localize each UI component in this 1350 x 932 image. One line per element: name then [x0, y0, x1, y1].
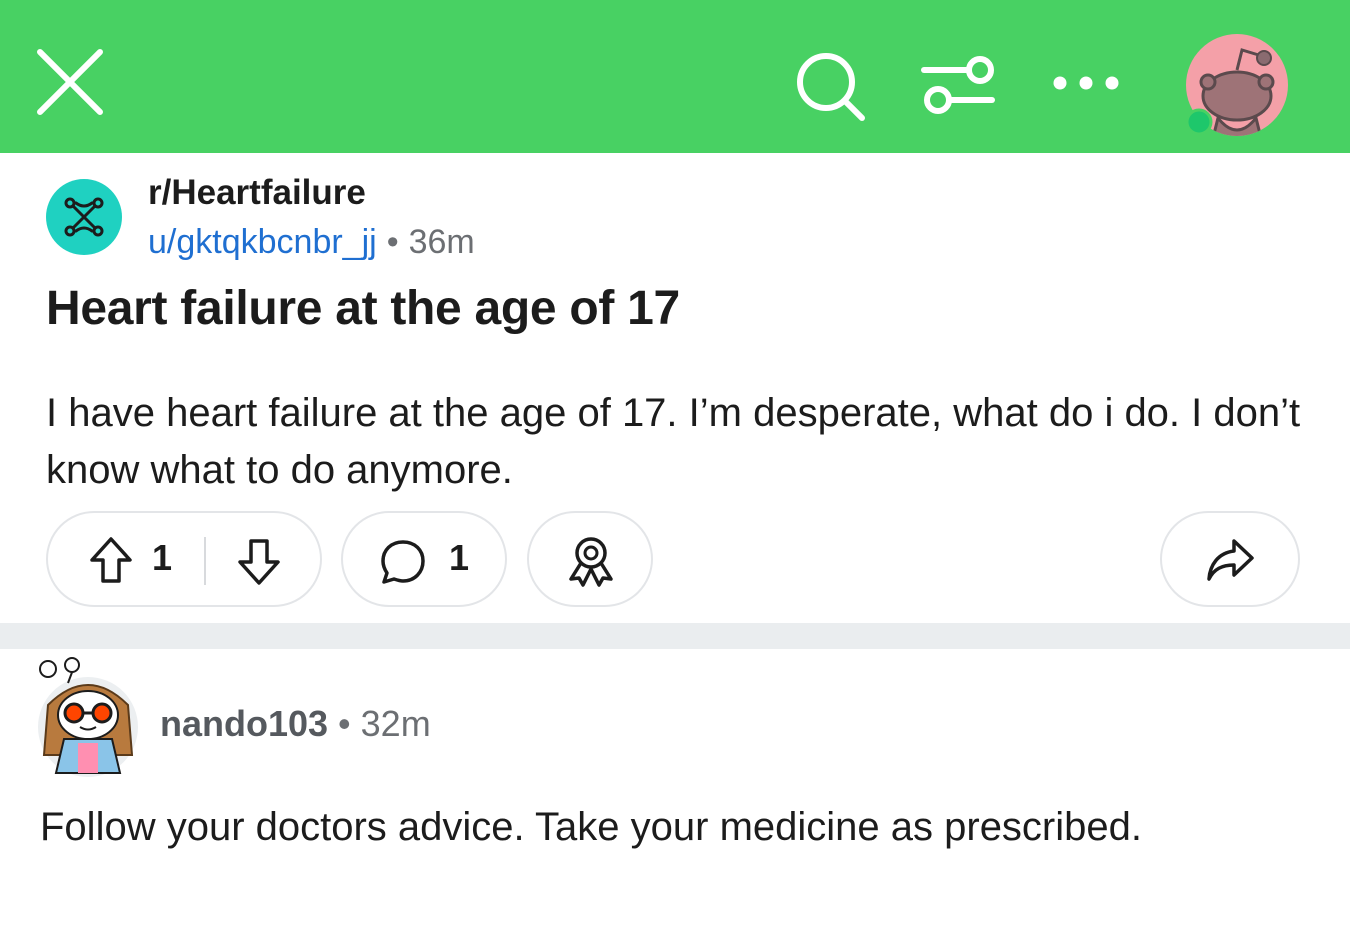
- subreddit-icon[interactable]: [46, 179, 122, 255]
- comment-text: Follow your doctors advice. Take your me…: [40, 805, 1142, 849]
- filter-button[interactable]: [918, 50, 998, 120]
- award-button[interactable]: [527, 511, 653, 607]
- search-button[interactable]: [790, 48, 870, 124]
- award-icon: [569, 537, 613, 587]
- commenter-username[interactable]: nando103: [160, 703, 328, 744]
- post-meta: u/gktqkbcnbr_jj • 36m: [148, 223, 475, 262]
- subreddit-name[interactable]: r/Heartfailure: [148, 173, 366, 213]
- vote-divider: [204, 537, 206, 585]
- more-options-button[interactable]: [1048, 68, 1124, 98]
- downvote-icon[interactable]: [234, 535, 284, 589]
- more-icon: [1053, 76, 1119, 90]
- share-icon: [1207, 539, 1254, 581]
- user-avatar-button[interactable]: [1182, 30, 1292, 140]
- top-app-bar: [0, 0, 1350, 153]
- filter-icon: [921, 56, 995, 114]
- close-button[interactable]: [30, 44, 110, 120]
- section-separator: [0, 623, 1350, 649]
- post-card: r/Heartfailure u/gktqkbcnbr_jj • 36m Heart…: [0, 153, 1350, 623]
- upvote-icon[interactable]: [86, 533, 136, 587]
- post-author[interactable]: u/gktqkbcnbr_jj: [148, 223, 377, 261]
- comment-count: 1: [449, 537, 470, 578]
- post-time: 36m: [408, 223, 475, 261]
- comment-meta: nando103 • 32m: [160, 703, 431, 745]
- vote-count: 1: [152, 537, 173, 578]
- comment-meta-separator: •: [338, 703, 351, 744]
- comments-button[interactable]: 1: [341, 511, 507, 607]
- close-icon: [37, 49, 103, 115]
- search-icon: [797, 53, 865, 121]
- comment-icon: [381, 540, 425, 584]
- post-body: I have heart failure at the age of 17. I…: [46, 391, 1301, 492]
- post-title[interactable]: Heart failure at the age of 17: [46, 281, 680, 336]
- commenter-avatar[interactable]: [28, 655, 140, 779]
- comment-time: 32m: [360, 703, 431, 744]
- vote-bar: 1: [46, 511, 322, 607]
- comment-card: nando103 • 32m Follow your doctors advice.…: [0, 649, 1350, 932]
- share-button[interactable]: [1160, 511, 1300, 607]
- meta-separator: •: [386, 223, 399, 261]
- user-avatar: [1185, 34, 1288, 136]
